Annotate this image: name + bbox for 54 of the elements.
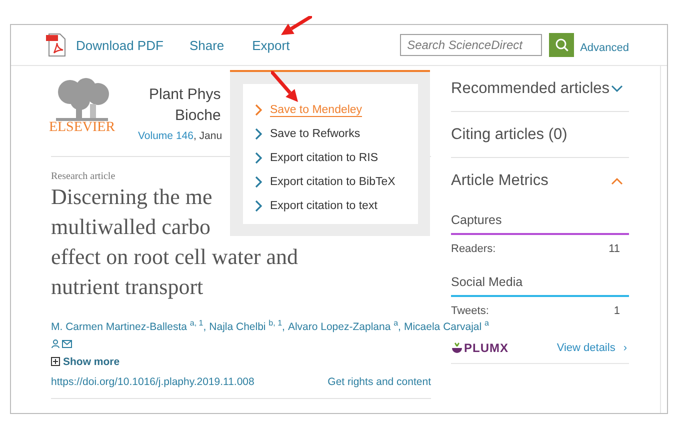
journal-title: Bioche bbox=[175, 106, 221, 126]
collapse-icon[interactable] bbox=[611, 176, 623, 184]
menu-item[interactable]: Export citation to text bbox=[255, 194, 418, 218]
author-link[interactable]: Najla Chelbi $^{b, 1}$, bbox=[209, 320, 285, 332]
plumx-logo: PLUMX bbox=[451, 341, 508, 355]
metric-value: 1 bbox=[614, 305, 620, 317]
toolbar-link[interactable]: Share bbox=[189, 38, 224, 52]
chevron-icon bbox=[255, 104, 263, 116]
person-icon[interactable] bbox=[51, 339, 60, 348]
metric-group-heading: Captures bbox=[451, 203, 629, 235]
pointer-arrow bbox=[281, 16, 312, 35]
show-more-link[interactable]: Show more bbox=[63, 356, 120, 368]
menu-item[interactable]: Save to Mendeley bbox=[255, 98, 418, 122]
section-heading[interactable]: Recommended articles bbox=[451, 80, 610, 98]
chevron-icon bbox=[255, 200, 263, 212]
section-heading[interactable]: Article Metrics bbox=[451, 172, 548, 190]
publisher-logo-text: ELSEVIER bbox=[48, 120, 116, 136]
metric-group-heading: Social Media bbox=[451, 265, 629, 297]
journal-title: Plant Phys bbox=[149, 85, 221, 105]
view-details-link[interactable]: View details › bbox=[556, 342, 627, 354]
search-field[interactable]: Search ScienceDirect bbox=[400, 34, 542, 56]
search-icon bbox=[554, 38, 569, 52]
volume-link[interactable]: Volume 146 bbox=[138, 130, 194, 142]
toolbar-link[interactable]: Export bbox=[252, 38, 290, 52]
advanced-search-link[interactable]: Advanced bbox=[580, 42, 629, 54]
menu-item[interactable]: Export citation to RIS bbox=[255, 146, 418, 170]
article-title: multiwalled carbo bbox=[51, 213, 210, 241]
chevron-icon bbox=[255, 128, 263, 140]
author-link[interactable]: M. Carmen Martinez-Ballesta $^{a, 1}$, bbox=[51, 320, 206, 332]
metric-label: Tweets: bbox=[451, 305, 489, 317]
rights-link[interactable]: Get rights and content bbox=[328, 376, 431, 388]
author-link[interactable]: Alvaro Lopez-Zaplana $^{a}$, bbox=[288, 320, 401, 332]
plum-icon bbox=[451, 342, 463, 354]
doi-link[interactable]: https://doi.org/10.1016/j.plaphy.2019.11.008 bbox=[51, 376, 254, 388]
issue-date: , Janu bbox=[193, 130, 222, 142]
expand-icon bbox=[51, 357, 60, 366]
article-title: Discerning the me bbox=[51, 183, 212, 211]
search-button[interactable] bbox=[549, 33, 574, 57]
pdf-file-icon bbox=[46, 33, 67, 57]
chevron-icon bbox=[255, 152, 263, 164]
menu-item[interactable]: Save to Refworks bbox=[255, 122, 418, 146]
chevron-icon bbox=[255, 176, 263, 188]
expand-icon[interactable] bbox=[611, 84, 623, 92]
pointer-arrow bbox=[271, 71, 298, 102]
section-heading[interactable]: Citing articles (0) bbox=[451, 126, 568, 144]
article-title: effect on root cell water and bbox=[51, 243, 298, 271]
author-link[interactable]: Micaela Carvajal $^{a}$ bbox=[404, 320, 489, 332]
metric-label: Readers: bbox=[451, 243, 496, 255]
metric-value: 11 bbox=[608, 243, 620, 255]
article-title: nutrient transport bbox=[51, 273, 204, 301]
download-pdf-link[interactable]: Download PDF bbox=[46, 33, 164, 57]
menu-item[interactable]: Export citation to BibTeX bbox=[255, 170, 418, 194]
envelope-icon[interactable] bbox=[62, 340, 72, 348]
article-type: Research article bbox=[51, 171, 116, 182]
